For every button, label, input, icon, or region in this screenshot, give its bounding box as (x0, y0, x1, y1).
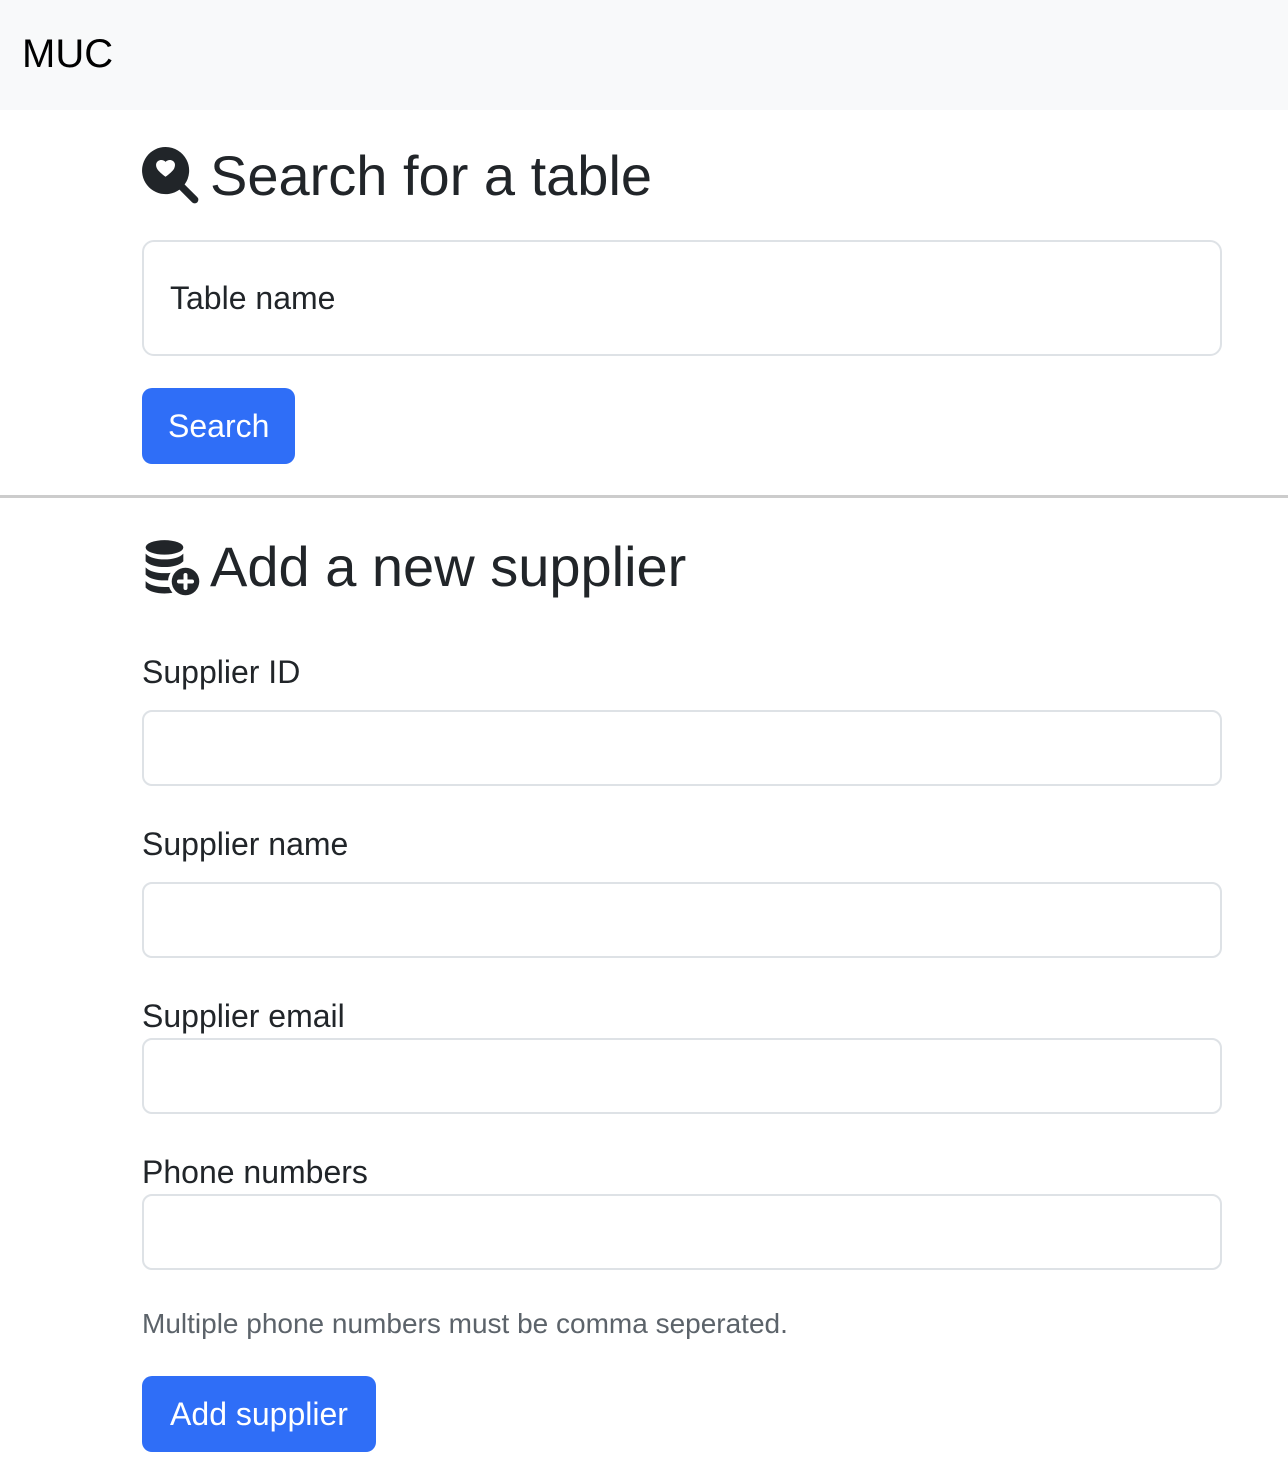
supplier-heading: Add a new supplier (142, 535, 686, 599)
table-name-field (142, 240, 1222, 356)
search-title: Search for a table (210, 144, 653, 207)
supplier-title: Add a new supplier (210, 535, 687, 598)
supplier-id-label: Supplier ID (142, 654, 301, 690)
search-button[interactable]: Search (142, 388, 295, 464)
phone-numbers-input[interactable] (142, 1194, 1222, 1270)
supplier-id-input[interactable] (142, 710, 1222, 786)
table-name-input[interactable] (144, 242, 1220, 354)
add-supplier-button[interactable]: Add supplier (142, 1376, 376, 1452)
supplier-email-input[interactable] (142, 1038, 1222, 1114)
supplier-email-label: Supplier email (142, 998, 345, 1034)
navbar-brand[interactable]: MUC (22, 30, 113, 78)
navbar: MUC (0, 0, 1288, 110)
supplier-name-input[interactable] (142, 882, 1222, 958)
phone-numbers-help-text: Multiple phone numbers must be comma sep… (142, 1308, 788, 1339)
phone-numbers-label: Phone numbers (142, 1154, 368, 1190)
search-heading: Search for a table (142, 144, 652, 208)
supplier-name-label: Supplier name (142, 826, 349, 862)
search-heart-icon (142, 147, 199, 204)
database-add-icon (145, 540, 200, 596)
section-divider (0, 495, 1288, 498)
